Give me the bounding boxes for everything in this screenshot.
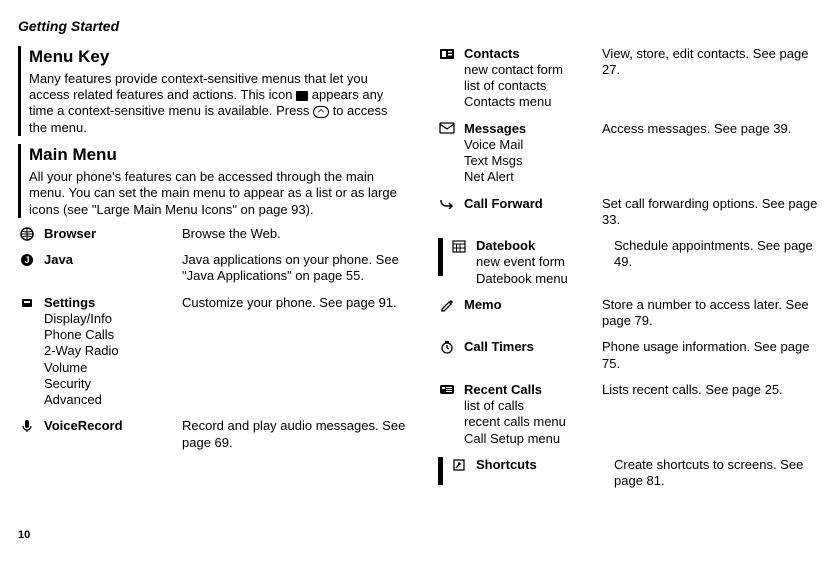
menu-desc: View, store, edit contacts. See page 27. [602,46,818,79]
main-menu-section: Main Menu All your phone's features can … [18,144,408,218]
menu-desc: Set call forwarding options. See page 33… [602,196,818,229]
menu-row-java: J Java Java applications on your phone. … [18,252,408,285]
menu-row-recentcalls: Recent Calls list of calls recent calls … [438,382,818,447]
menu-row-callforward: Call Forward Set call forwarding options… [438,196,818,229]
menu-row-voicerecord: VoiceRecord Record and play audio messag… [18,418,408,451]
menu-row-datebook: Datebook new event form Datebook menu Sc… [438,238,818,287]
main-menu-title: Main Menu [29,144,408,165]
shortcuts-icon [450,457,468,472]
divider-icon [438,457,443,485]
menu-key-body: Many features provide context-sensitive … [29,71,408,136]
menu-name: Messages [464,121,594,137]
calltimers-icon [438,339,456,354]
callforward-icon [438,196,456,211]
menu-sub: 2-Way Radio [44,343,174,359]
svg-text:J: J [24,255,29,265]
menu-sub: new event form [476,254,606,270]
menu-sub: Net Alert [464,169,594,185]
menu-name: Java [44,252,174,268]
menu-sub: Datebook menu [476,271,606,287]
menu-desc: Browse the Web. [182,226,408,242]
menu-name: Memo [464,297,594,313]
context-menu-icon [296,91,308,101]
menu-name: Call Timers [464,339,594,355]
menu-desc: Access messages. See page 39. [602,121,818,137]
menu-sub: Contacts menu [464,94,594,110]
menu-row-memo: Memo Store a number to access later. See… [438,297,818,330]
menu-name: Shortcuts [476,457,606,473]
left-column: Menu Key Many features provide context-s… [18,46,408,500]
main-menu-body: All your phone's features can be accesse… [29,169,408,218]
menu-name: VoiceRecord [44,418,174,434]
menu-row-shortcuts: Shortcuts Create shortcuts to screens. S… [438,457,818,490]
menu-key-section: Menu Key Many features provide context-s… [18,46,408,136]
menu-row-browser: Browser Browse the Web. [18,226,408,242]
menu-sub: Text Msgs [464,153,594,169]
memo-icon [438,297,456,312]
menu-sub: new contact form [464,62,594,78]
menu-desc: Create shortcuts to screens. See page 81… [614,457,818,490]
menu-row-messages: Messages Voice Mail Text Msgs Net Alert … [438,121,818,186]
voicerecord-icon [18,418,36,433]
menu-row-settings: Settings Display/Info Phone Calls 2-Way … [18,295,408,409]
menu-desc: Record and play audio messages. See page… [182,418,408,451]
menu-sub: Advanced [44,392,174,408]
divider-icon [438,238,443,276]
menu-row-contacts: Contacts new contact form list of contac… [438,46,818,111]
settings-icon [18,295,36,310]
menu-row-calltimers: Call Timers Phone usage information. See… [438,339,818,372]
menu-key-title: Menu Key [29,46,408,67]
menu-sub: Volume [44,360,174,376]
menu-name: Contacts [464,46,594,62]
menu-desc: Schedule appointments. See page 49. [614,238,818,271]
menu-sub: Display/Info [44,311,174,327]
menu-desc: Phone usage information. See page 75. [602,339,818,372]
datebook-icon [450,238,468,253]
menu-sub: Security [44,376,174,392]
menu-desc: Lists recent calls. See page 25. [602,382,818,398]
recentcalls-icon [438,382,456,397]
menu-name: Browser [44,226,174,242]
contacts-icon [438,46,456,61]
menu-name: Settings [44,295,174,311]
page-number: 10 [18,529,818,543]
browser-icon [18,226,36,241]
content-columns: Menu Key Many features provide context-s… [18,46,818,500]
menu-sub: recent calls menu [464,414,594,430]
menu-sub: Voice Mail [464,137,594,153]
menu-name: Datebook [476,238,606,254]
menu-sub: Phone Calls [44,327,174,343]
menu-desc: Store a number to access later. See page… [602,297,818,330]
menu-name: Call Forward [464,196,594,212]
menu-key-icon [313,106,329,118]
menu-name: Recent Calls [464,382,594,398]
menu-sub: list of calls [464,398,594,414]
section-header: Getting Started [18,18,818,36]
messages-icon [438,121,456,136]
menu-sub: Call Setup menu [464,431,594,447]
right-column: Contacts new contact form list of contac… [438,46,818,500]
menu-desc: Java applications on your phone. See "Ja… [182,252,408,285]
menu-sub: list of contacts [464,78,594,94]
menu-desc: Customize your phone. See page 91. [182,295,408,311]
java-icon: J [18,252,36,267]
